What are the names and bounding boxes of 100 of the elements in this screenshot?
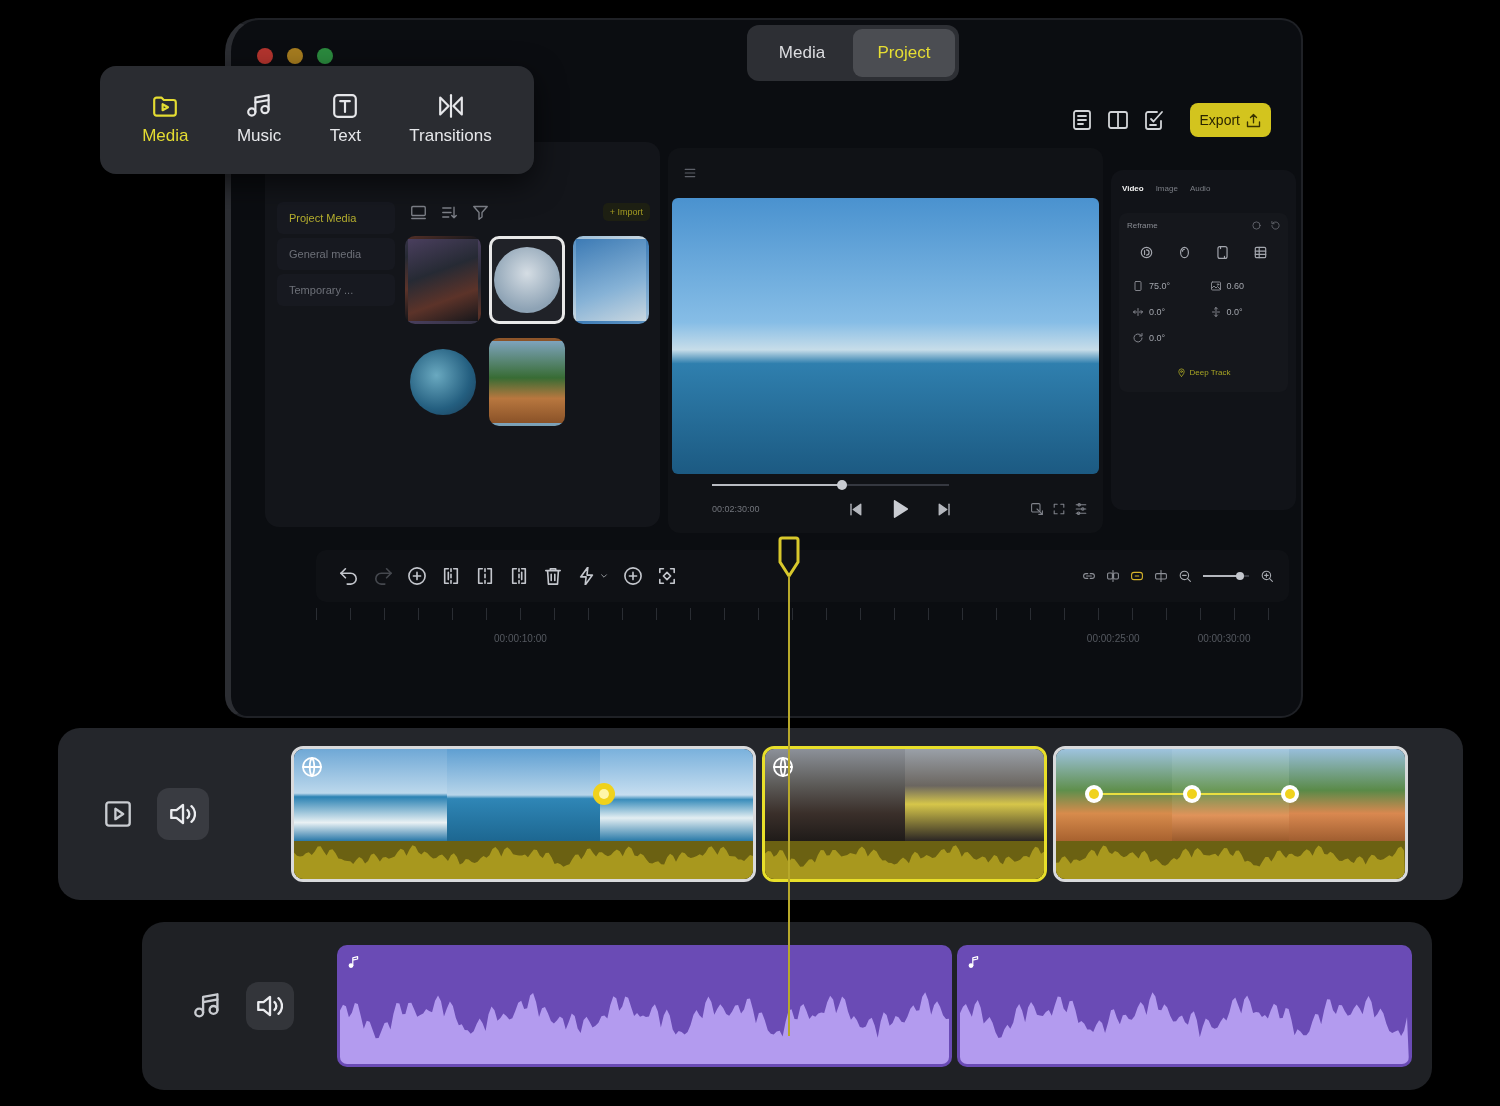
- trim-left-icon[interactable]: [442, 567, 460, 585]
- sort-icon[interactable]: [442, 204, 457, 220]
- tab-label: Transitions: [409, 126, 492, 146]
- link-icon[interactable]: [1083, 570, 1095, 582]
- fullscreen-icon[interactable]: [1053, 503, 1065, 515]
- keyframe-icon[interactable]: [1083, 784, 1104, 804]
- inspector-tab[interactable]: Video: [1119, 182, 1147, 195]
- focus-icon[interactable]: [658, 567, 676, 585]
- category-tab[interactable]: Music: [230, 88, 288, 152]
- tab-label: Media: [142, 126, 189, 146]
- category-tab[interactable]: Text: [323, 88, 367, 152]
- layout-icon[interactable]: [1071, 110, 1092, 130]
- value-text: 0.0°: [1149, 333, 1166, 343]
- media-thumbnail[interactable]: [489, 236, 565, 324]
- value-text: 0.0°: [1226, 307, 1243, 317]
- rotate-circle-icon[interactable]: [1139, 246, 1153, 259]
- lightning-icon[interactable]: [578, 567, 596, 585]
- image-icon: [1210, 281, 1221, 291]
- skip-forward-icon[interactable]: [936, 501, 952, 517]
- book-icon[interactable]: [1107, 110, 1128, 130]
- deep-track-button[interactable]: Deep Track: [1170, 367, 1237, 378]
- ruler-time: 00:00:10:00: [494, 633, 547, 644]
- add-icon[interactable]: [624, 567, 642, 585]
- keyframe-icon[interactable]: [1280, 784, 1301, 804]
- snap-icon[interactable]: [1131, 570, 1143, 582]
- globe-icon: [773, 757, 793, 777]
- grid-icon[interactable]: [1254, 246, 1268, 259]
- resize-icon[interactable]: [1031, 503, 1043, 515]
- media-thumbnail[interactable]: [405, 236, 481, 324]
- text-icon: [333, 94, 358, 118]
- move-vertical-icon: [1210, 307, 1221, 317]
- play-square-icon[interactable]: [105, 801, 131, 827]
- globe-icon: [302, 757, 322, 777]
- folder-item[interactable]: Project Media: [277, 202, 395, 234]
- oval-icon[interactable]: [1177, 246, 1191, 259]
- zoom-handle[interactable]: [1235, 572, 1244, 580]
- volume-button[interactable]: [157, 788, 209, 840]
- zoom-out-icon[interactable]: [1179, 570, 1191, 582]
- rotate-icon: [1133, 333, 1143, 343]
- ruler-time: 00:00:30:00: [1197, 633, 1251, 644]
- circle-icon[interactable]: [1252, 221, 1261, 230]
- tab-label: Music: [236, 126, 282, 146]
- category-tab[interactable]: Transitions: [403, 88, 498, 152]
- music-note-icon: [348, 956, 360, 968]
- music-note-icon[interactable]: [194, 993, 220, 1019]
- split-track-icon[interactable]: [1155, 570, 1167, 582]
- skip-back-icon[interactable]: [847, 501, 863, 517]
- playhead[interactable]: [778, 536, 800, 1036]
- zoom-button[interactable]: [317, 48, 333, 64]
- media-thumbnail[interactable]: [489, 338, 565, 426]
- move-horizontal-icon: [1133, 307, 1143, 317]
- timecode: 00:02:30:00: [712, 504, 761, 514]
- pin-icon: [1176, 368, 1186, 377]
- video-clip[interactable]: [762, 746, 1047, 882]
- audio-clip[interactable]: [337, 945, 952, 1067]
- upload-icon: [1246, 112, 1261, 128]
- value-text: 0.0°: [1149, 307, 1166, 317]
- value-text: 0.60: [1226, 281, 1245, 291]
- view-tab[interactable]: Media: [751, 29, 853, 77]
- undo-icon[interactable]: [340, 567, 358, 585]
- import-button[interactable]: + Import: [602, 203, 650, 221]
- tab-label: Text: [329, 126, 361, 146]
- speaker-icon: [257, 993, 283, 1019]
- keyframe-icon[interactable]: [1182, 784, 1203, 804]
- trim-right-icon[interactable]: [510, 567, 528, 585]
- add-icon[interactable]: [408, 567, 426, 585]
- zoom-in-icon[interactable]: [1261, 570, 1273, 582]
- view-tab[interactable]: Project: [853, 29, 955, 77]
- ruler-time: 00:00:25:00: [1086, 633, 1140, 644]
- folder-item[interactable]: General media: [277, 238, 395, 270]
- monitor-icon[interactable]: [411, 204, 426, 220]
- menu-icon[interactable]: [684, 167, 696, 179]
- video-clip[interactable]: [291, 746, 756, 882]
- minimize-button[interactable]: [287, 48, 303, 64]
- audio-clip[interactable]: [957, 945, 1412, 1067]
- volume-button[interactable]: [246, 982, 294, 1030]
- frame-icon[interactable]: [1216, 246, 1230, 259]
- caret-icon[interactable]: [600, 572, 608, 580]
- split-icon[interactable]: [476, 567, 494, 585]
- checklist-icon[interactable]: [1143, 110, 1164, 130]
- close-button[interactable]: [257, 48, 273, 64]
- speaker-icon: [170, 801, 196, 827]
- filter-icon[interactable]: [473, 204, 488, 220]
- export-button[interactable]: Export: [1189, 103, 1271, 137]
- keyframe-icon[interactable]: [593, 783, 616, 805]
- align-icon[interactable]: [1107, 570, 1119, 582]
- sliders-icon[interactable]: [1075, 503, 1087, 515]
- section-title: Reframe: [1127, 221, 1158, 230]
- delete-icon[interactable]: [544, 567, 562, 585]
- music-note-icon: [247, 94, 272, 118]
- inspector-tab[interactable]: Audio: [1186, 182, 1214, 195]
- media-thumbnail[interactable]: [573, 236, 649, 324]
- inspector-tab[interactable]: Image: [1152, 182, 1181, 195]
- category-tab[interactable]: Media: [136, 88, 195, 152]
- transition-icon: [438, 94, 463, 118]
- progress-handle[interactable]: [837, 480, 848, 490]
- video-clip[interactable]: [1053, 746, 1408, 882]
- folder-item[interactable]: Temporary ...: [277, 274, 395, 306]
- folder-icon: [153, 94, 178, 118]
- frame-icon: [1133, 281, 1143, 291]
